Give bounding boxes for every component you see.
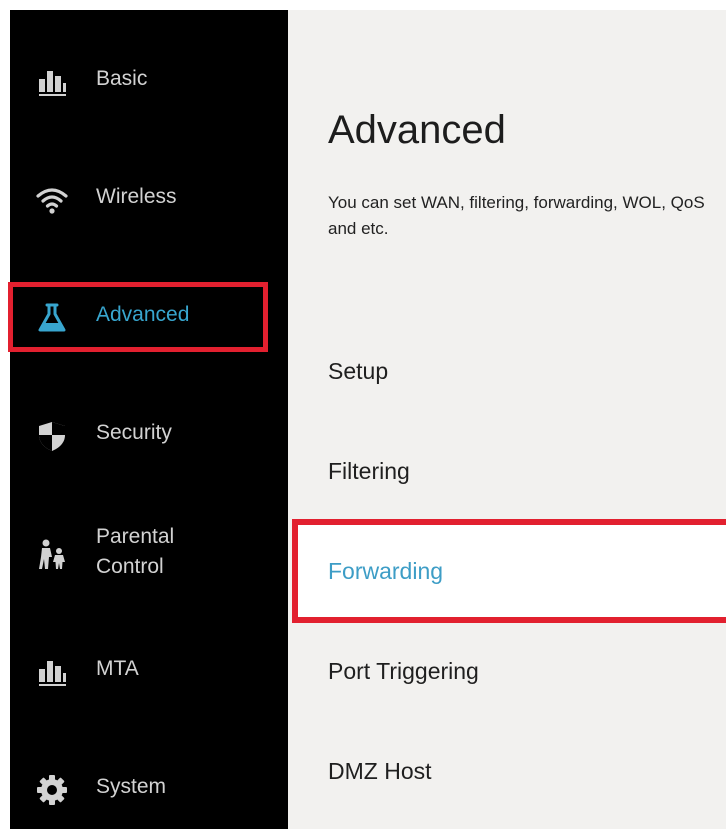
submenu-item-filtering[interactable]: Filtering — [328, 455, 410, 487]
page-description: You can set WAN, filtering, forwarding, … — [328, 193, 705, 238]
sidebar-item-parental-control[interactable]: Parental Control — [10, 520, 288, 590]
sidebar-item-label: Wireless — [96, 185, 177, 208]
sidebar-item-label: Security — [96, 421, 172, 444]
sidebar-item-label: Basic — [96, 67, 148, 90]
wifi-icon — [36, 184, 68, 216]
sidebar-item-basic[interactable]: Basic — [10, 48, 288, 118]
sidebar-item-label: System — [96, 775, 167, 798]
sidebar-item-label-line2: Control — [96, 555, 164, 578]
sidebar-item-security[interactable]: Security — [10, 402, 288, 472]
flask-icon — [36, 302, 68, 334]
bar-chart-icon — [36, 66, 68, 98]
page-title: Advanced — [328, 108, 506, 152]
sidebar: Basic Wireless Advanced Security Parenta… — [10, 10, 288, 829]
shield-icon — [36, 420, 68, 452]
sidebar-item-label-line1: Parental — [96, 525, 175, 548]
submenu-item-dmz-host[interactable]: DMZ Host — [328, 755, 432, 787]
sidebar-item-label: MTA — [96, 657, 139, 680]
main-panel: Advanced You can set WAN, filtering, for… — [288, 10, 726, 829]
family-icon — [36, 538, 68, 570]
sidebar-item-label: Advanced — [96, 303, 190, 326]
submenu-item-port-triggering[interactable]: Port Triggering — [328, 655, 479, 687]
sidebar-item-mta[interactable]: MTA — [10, 638, 288, 708]
submenu-item-setup[interactable]: Setup — [328, 355, 388, 387]
submenu-item-forwarding[interactable]: Forwarding — [328, 555, 443, 587]
sidebar-item-system[interactable]: System — [10, 756, 288, 826]
bar-chart-icon — [36, 656, 68, 688]
sidebar-item-wireless[interactable]: Wireless — [10, 166, 288, 236]
gear-icon — [36, 774, 68, 806]
sidebar-item-advanced[interactable]: Advanced — [10, 284, 288, 354]
